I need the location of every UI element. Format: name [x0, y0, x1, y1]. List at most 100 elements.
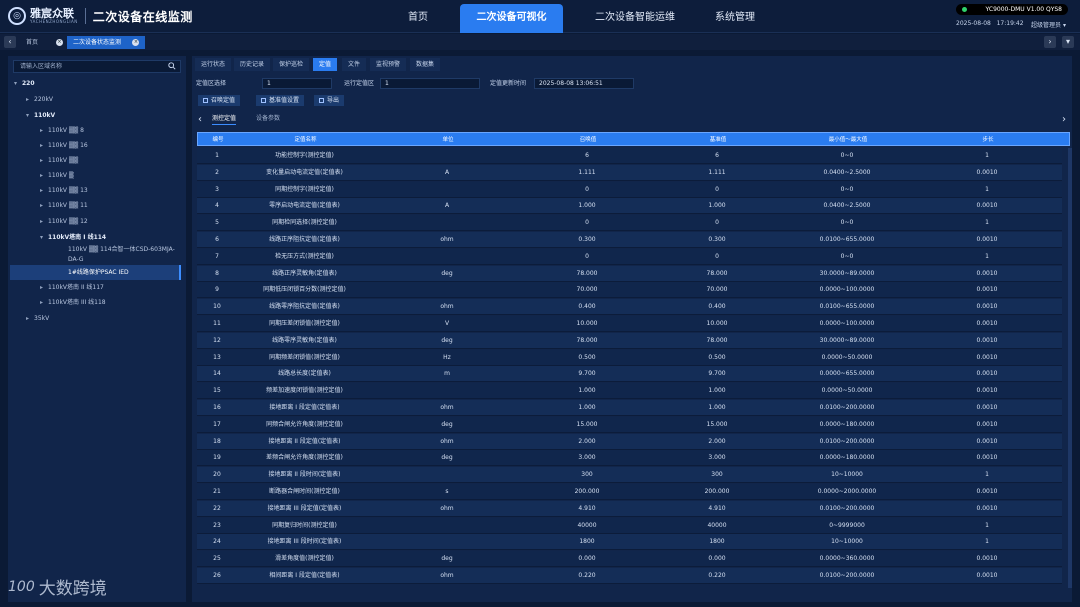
tree-item[interactable]: ▸ 110kV ▒▒ 8 [40, 125, 84, 137]
table-row[interactable]: 2 变化量启动电流定值(定值表) A 1.111 1.111 0.0400~2.5000 0… [197, 164, 1062, 181]
chevron-right-icon[interactable]: ▸ [40, 216, 48, 228]
tree-item-selected[interactable]: 1#线路保护PSAC IED [60, 267, 129, 279]
table-row[interactable]: 26 相间距离 I 段定值(定值表) ohm 0.220 0.220 0.0100~200… [197, 568, 1062, 584]
tree-item[interactable]: ▸ 110kV ▒▒ 16 [40, 140, 88, 152]
table-row[interactable]: 17 同频合闸允许角度(测控定值) deg 15.000 15.000 0.0000~18… [197, 416, 1062, 433]
nav-smart-ops[interactable]: 二次设备智能运维 [575, 4, 695, 33]
table-row[interactable]: 24 接地距离 III 段时间(定值表) 1800 1800 10~10000 1 [197, 534, 1062, 551]
table-row[interactable]: 13 同期频差闭锁值(测控定值) Hz 0.500 0.500 0.0000~50.000… [197, 349, 1062, 366]
table-row[interactable]: 8 线路正序灵敏角(定值表) deg 78.000 78.000 30.0000~89.0… [197, 265, 1062, 282]
chevron-right-icon[interactable]: ▸ [26, 313, 34, 325]
table-row[interactable]: 23 同期复归时间(测控定值) 40000 40000 0~9999000 1 [197, 517, 1062, 534]
tree-item[interactable]: ▸ 110kV ▒▒ [40, 155, 78, 167]
table-row[interactable]: 18 接地距离 II 段定值(定值表) ohm 2.000 2.000 0.0100~20… [197, 433, 1062, 450]
table-cell: 18 [213, 437, 221, 445]
tab-run-status[interactable]: 运行状态 [195, 58, 232, 71]
table-row[interactable]: 1 功能控制字(测控定值) 6 6 0~0 1 [197, 148, 1062, 164]
subtab-measure-settings[interactable]: 测控定值 [212, 114, 237, 125]
table-cell: 12 [213, 336, 221, 344]
watermark-logo: 100 [8, 578, 35, 595]
tab-scroll-left-button[interactable]: ‹ [4, 36, 16, 48]
chevron-right-icon[interactable]: ▸ [40, 140, 48, 152]
col-unit: 单位 [442, 137, 454, 143]
chevron-right-icon[interactable]: ▸ [40, 125, 48, 137]
table-cell: 1 [215, 152, 219, 159]
chevron-down-icon[interactable]: ▾ [14, 78, 22, 90]
zone-select[interactable]: 1 [262, 78, 332, 89]
search-input[interactable]: 请输入区域名称 [13, 60, 181, 73]
tab-dataset[interactable]: 数据集 [410, 58, 441, 71]
chevron-right-icon[interactable]: ▸ [40, 170, 48, 182]
table-cell: 0.000 [708, 555, 726, 563]
baseline-settings-button[interactable]: 基准值设置 [256, 95, 305, 106]
page-tab-device-status[interactable]: 二次设备状态监测 × [67, 36, 146, 49]
chevron-right-icon[interactable]: ▸ [40, 185, 48, 197]
table-scrollbar[interactable] [1068, 148, 1072, 588]
table-row[interactable]: 12 线路零序灵敏角(定值表) deg 78.000 78.000 30.0000~89.… [197, 332, 1062, 349]
table-row[interactable]: 7 检无压方式(测控定值) 0 0 0~0 1 [197, 248, 1062, 265]
close-icon[interactable]: × [132, 39, 140, 46]
tree-item[interactable]: ▸ 110kV塔南 III 线118 [40, 297, 106, 309]
table-row[interactable]: 16 接地距离 I 段定值(定值表) ohm 1.000 1.000 0.0100~200… [197, 400, 1062, 416]
table-row[interactable]: 6 线路正序阻抗定值(定值表) ohm 0.300 0.300 0.0100~655.00… [197, 232, 1062, 248]
tab-history[interactable]: 历史记录 [234, 58, 271, 71]
table-cell: 0.0010 [976, 555, 998, 563]
tree-item[interactable]: ▸ 35kV [26, 313, 49, 325]
table-cell: 1.000 [708, 202, 726, 210]
table-row[interactable]: 14 线路总长度(定值表) m 9.700 9.700 0.0000~655.0000 0.… [197, 366, 1062, 383]
search-icon[interactable] [168, 62, 176, 70]
tab-scroll-right-button[interactable]: › [1044, 36, 1056, 48]
table-row[interactable]: 11 同期压差闭锁值(测控定值) V 10.000 10.000 0.0000~100.0… [197, 316, 1062, 332]
tree-item[interactable]: ▸ 110kV塔南 II 线117 [40, 282, 104, 294]
chevron-right-icon[interactable]: › [1062, 114, 1066, 125]
table-row[interactable]: 21 断路器合闸时间(测控定值) s 200.000 200.000 0.0000~200… [197, 484, 1062, 500]
chevron-down-icon[interactable]: ▾ [40, 232, 48, 244]
user-menu[interactable]: 超级管理员 ▾ [1031, 20, 1066, 29]
table-cell: 0.0000~180.0000 [819, 454, 875, 462]
table-row[interactable]: 22 接地距离 III 段定值(定值表) ohm 4.910 4.910 0.0100~2… [197, 500, 1062, 517]
chevron-right-icon[interactable]: ▸ [40, 200, 48, 212]
tree-item[interactable]: ▸ 110kV ▒▒ 11 [40, 200, 88, 212]
table-row[interactable]: 3 同期控制字(测控定值) 0 0 0~0 1 [197, 181, 1062, 198]
chevron-left-icon[interactable]: ‹ [198, 114, 202, 125]
brand-name-en: YACHENZHONGLIAN [30, 19, 78, 24]
page-tab-home[interactable]: 首页 [26, 36, 38, 49]
close-icon[interactable]: × [56, 36, 63, 49]
tree-item[interactable]: ▾ 110kV [26, 110, 55, 122]
tab-menu-button[interactable]: ▾ [1062, 36, 1074, 48]
subtab-device-params[interactable]: 设备参数 [256, 114, 280, 124]
nav-home[interactable]: 首页 [388, 4, 448, 33]
tree-item[interactable]: ▾ 220 [14, 78, 35, 90]
export-button[interactable]: 导出 [314, 95, 345, 106]
table-row[interactable]: 4 零序启动电流定值(定值表) A 1.000 1.000 0.0400~2.5000 0.… [197, 198, 1062, 215]
table-row[interactable]: 5 同期检同选择(测控定值) 0 0 0~0 1 [197, 215, 1062, 232]
tab-files[interactable]: 文件 [342, 58, 367, 71]
chevron-down-icon[interactable]: ▾ [26, 110, 34, 122]
tree-item[interactable]: ▸ 110kV ▒▒ 12 [40, 216, 88, 228]
table-row[interactable]: 9 同期低压闭锁百分数(测控定值) 70.000 70.000 0.0000~100.0… [197, 282, 1062, 299]
call-settings-button[interactable]: 召唤定值 [198, 95, 241, 106]
button-label: 基准值设置 [269, 97, 300, 104]
table-cell: 30.0000~89.0000 [819, 336, 875, 344]
chevron-right-icon[interactable]: ▸ [40, 297, 48, 309]
table-row[interactable]: 25 滑差角度值(测控定值) deg 0.000 0.000 0.0000~360.000… [197, 551, 1062, 568]
table-row[interactable]: 10 线路零序阻抗定值(定值表) ohm 0.400 0.400 0.0100~655.0… [197, 299, 1062, 316]
tab-protection-inspection[interactable]: 保护巡检 [273, 58, 310, 71]
chevron-right-icon[interactable]: ▸ [40, 155, 48, 167]
chevron-right-icon[interactable]: ▸ [40, 282, 48, 294]
tree-item[interactable]: ▾ 110kV塔南 I 线114 [40, 232, 106, 244]
tree-item[interactable]: DA-G [60, 254, 84, 266]
table-row[interactable]: 19 差频合闸允许角度(测控定值) deg 3.000 3.000 0.0000~180.… [197, 450, 1062, 467]
tab-settings[interactable]: 定值 [313, 58, 338, 71]
nav-visualization[interactable]: 二次设备可视化 [460, 4, 563, 33]
tab-monitor-alarm[interactable]: 监视预警 [370, 58, 407, 71]
tree-item[interactable]: ▸ 110kV ▒ [40, 170, 74, 182]
table-row[interactable]: 20 接地距离 II 段时间(定值表) 300 300 10~10000 1 [197, 467, 1062, 484]
table-cell: 0.0100~200.0000 [819, 437, 875, 445]
chevron-right-icon[interactable]: ▸ [26, 94, 34, 106]
table-row[interactable]: 15 频差加速度闭锁值(测控定值) 1.000 1.000 0.0000~50.0000… [197, 383, 1062, 400]
tree-item[interactable]: ▸ 220kV [26, 94, 53, 106]
nav-system-admin[interactable]: 系统管理 [695, 4, 775, 33]
table-cell: 200.000 [574, 488, 600, 495]
tree-item[interactable]: ▸ 110kV ▒▒ 13 [40, 185, 88, 197]
